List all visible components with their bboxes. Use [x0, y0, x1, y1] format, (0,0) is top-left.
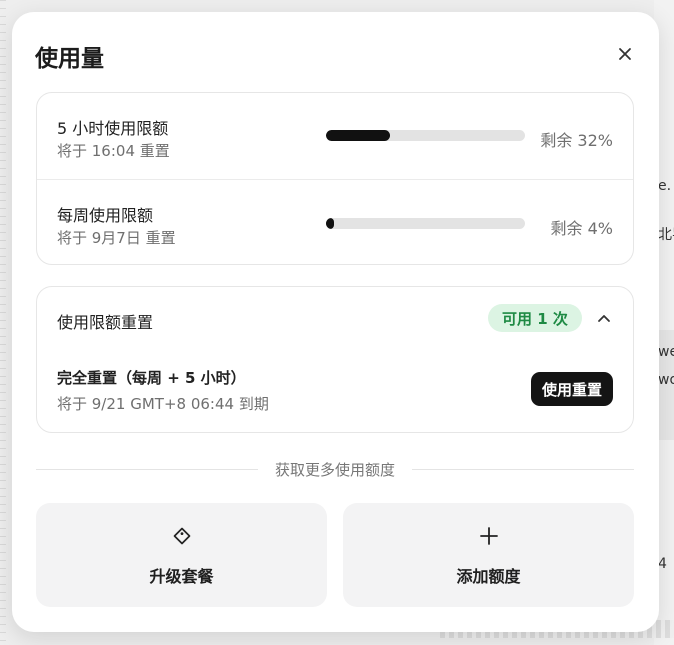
limit-progress-bar — [326, 130, 525, 141]
upgrade-plan-button[interactable]: 升级套餐 — [36, 503, 327, 607]
limit-remaining: 剩余 4% — [550, 219, 613, 238]
get-more-divider: 获取更多使用额度 — [36, 459, 634, 479]
divider-line — [412, 469, 634, 470]
background-text: 北导 — [658, 227, 674, 243]
close-button[interactable] — [613, 42, 637, 66]
plus-icon — [343, 525, 634, 549]
background-text: 4 — [658, 556, 667, 572]
reset-option-title: 完全重置（每周 + 5 小时） — [57, 369, 246, 387]
upgrade-plan-label: 升级套餐 — [149, 567, 214, 586]
available-count-badge: 可用 1 次 — [488, 304, 582, 332]
background-text: e. — [658, 178, 672, 194]
close-icon — [619, 48, 631, 60]
collapse-button[interactable] — [593, 307, 615, 329]
tag-icon — [36, 525, 327, 549]
usage-limits-card: 5 小时使用限额 将于 16:04 重置 剩余 32% 每周使用限额 将于 9月… — [36, 92, 634, 265]
limit-title: 每周使用限额 — [57, 206, 154, 225]
limit-reset-time: 将于 9月7日 重置 — [57, 229, 176, 247]
reset-option-expiry: 将于 9/21 GMT+8 06:44 到期 — [57, 395, 269, 413]
limit-progress-bar — [326, 218, 525, 229]
limit-row-weekly: 每周使用限额 将于 9月7日 重置 剩余 4% — [37, 180, 633, 266]
add-quota-label: 添加额度 — [456, 567, 521, 586]
limit-row-5h: 5 小时使用限额 将于 16:04 重置 剩余 32% — [37, 93, 633, 179]
use-reset-button[interactable]: 使用重置 — [530, 372, 613, 406]
background-text: we — [658, 344, 674, 360]
usage-dialog: 使用量 5 小时使用限额 将于 16:04 重置 剩余 32% 每周使用限额 将… — [12, 12, 659, 632]
background-text: wo — [658, 372, 674, 388]
add-quota-button[interactable]: 添加额度 — [343, 503, 634, 607]
limit-title: 5 小时使用限额 — [57, 119, 169, 138]
limit-progress-fill — [326, 130, 390, 141]
dialog-title: 使用量 — [35, 46, 104, 72]
chevron-up-icon — [598, 315, 610, 322]
limit-reset-card: 使用限额重置 可用 1 次 完全重置（每周 + 5 小时） 将于 9/21 GM… — [36, 286, 634, 433]
limit-remaining: 剩余 32% — [540, 131, 613, 150]
background-ruler — [0, 0, 6, 645]
reset-section-title: 使用限额重置 — [57, 313, 154, 332]
limit-progress-fill — [326, 218, 334, 229]
limit-reset-time: 将于 16:04 重置 — [57, 142, 170, 160]
